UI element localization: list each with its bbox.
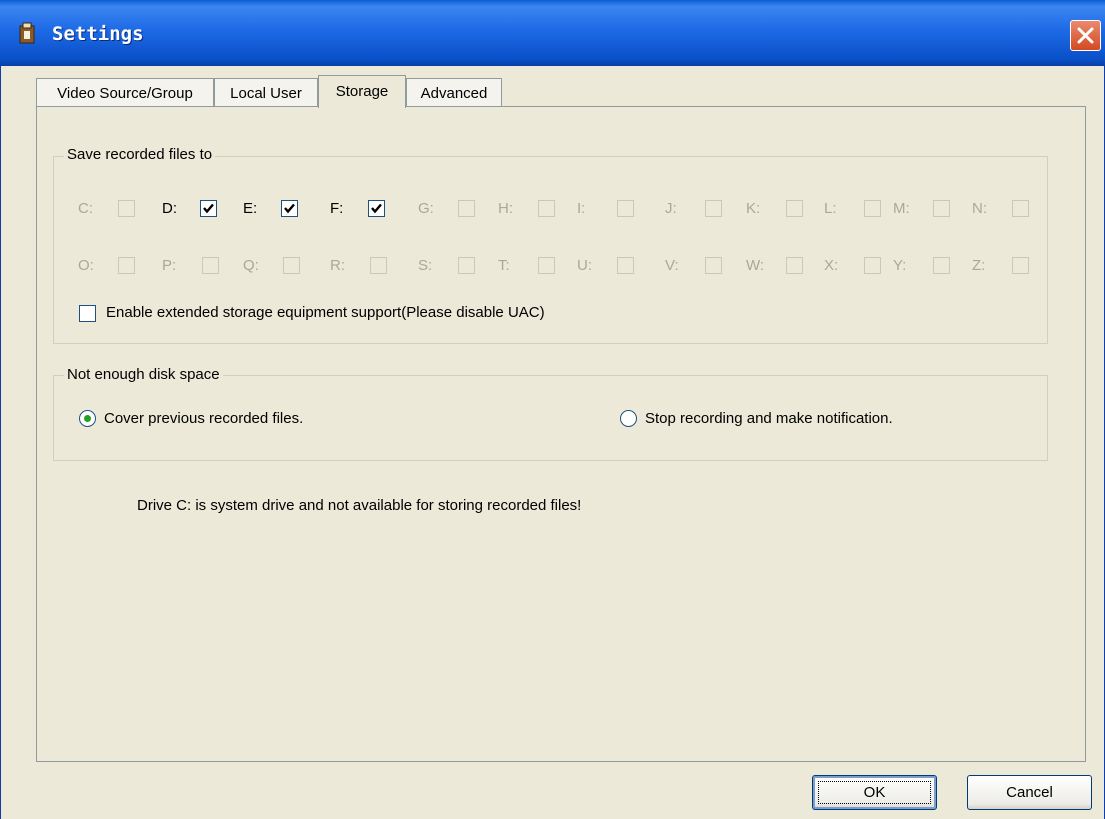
- stop-recording-label: Stop recording and make notification.: [645, 410, 893, 427]
- drive-checkbox: [617, 200, 634, 217]
- drive-label: E:: [243, 200, 258, 217]
- drive-w-option: W:: [746, 257, 803, 274]
- cancel-button[interactable]: Cancel: [967, 775, 1092, 810]
- extended-storage-label: Enable extended storage equipment suppor…: [106, 304, 545, 321]
- drive-label: C:: [78, 200, 93, 217]
- drive-q-option: Q:: [243, 257, 300, 274]
- disk-space-legend: Not enough disk space: [64, 366, 223, 383]
- drive-z-option: Z:: [972, 257, 1029, 274]
- drive-label: Q:: [243, 257, 259, 274]
- checkmark-icon: [371, 203, 382, 214]
- radio-selected-dot: [84, 415, 91, 422]
- drive-i-option: I:: [577, 200, 634, 217]
- drive-checkbox: [458, 200, 475, 217]
- drive-checkbox: [864, 200, 881, 217]
- tab-storage[interactable]: Storage: [318, 75, 406, 108]
- drive-label: X:: [824, 257, 839, 274]
- drive-checkbox: [458, 257, 475, 274]
- drive-checkbox: [1012, 200, 1029, 217]
- extended-storage-checkbox[interactable]: [79, 305, 96, 322]
- drive-checkbox: [705, 257, 722, 274]
- cover-files-radio[interactable]: [79, 410, 96, 427]
- drive-checkbox: [118, 257, 135, 274]
- drive-checkbox: [283, 257, 300, 274]
- drive-s-option: S:: [418, 257, 475, 274]
- drive-checkbox: [1012, 257, 1029, 274]
- save-group-legend: Save recorded files to: [64, 146, 216, 163]
- drive-label: F:: [330, 200, 344, 217]
- drive-checkbox: [933, 257, 950, 274]
- drive-checkbox: [538, 200, 555, 217]
- drive-label: T:: [498, 257, 510, 274]
- drive-f-option[interactable]: F:: [330, 200, 385, 217]
- ok-button[interactable]: OK: [812, 775, 937, 810]
- close-button[interactable]: [1070, 20, 1101, 51]
- drive-y-option: Y:: [893, 257, 950, 274]
- title-bar: Settings: [0, 0, 1105, 66]
- drive-checkbox[interactable]: [281, 200, 298, 217]
- drive-h-option: H:: [498, 200, 555, 217]
- drive-m-option: M:: [893, 200, 950, 217]
- drive-u-option: U:: [577, 257, 634, 274]
- drive-checkbox: [933, 200, 950, 217]
- drive-checkbox: [370, 257, 387, 274]
- drive-label: Z:: [972, 257, 986, 274]
- drive-x-option: X:: [824, 257, 881, 274]
- drive-label: L:: [824, 200, 837, 217]
- drive-label: N:: [972, 200, 987, 217]
- drive-n-option: N:: [972, 200, 1029, 217]
- drive-t-option: T:: [498, 257, 555, 274]
- drive-o-option: O:: [78, 257, 135, 274]
- drive-checkbox: [786, 257, 803, 274]
- drive-label: V:: [665, 257, 679, 274]
- drive-l-option: L:: [824, 200, 881, 217]
- drive-p-option: P:: [162, 257, 219, 274]
- drive-checkbox: [538, 257, 555, 274]
- drive-g-option: G:: [418, 200, 475, 217]
- drive-e-option[interactable]: E:: [243, 200, 298, 217]
- focus-rect: [818, 781, 931, 804]
- drive-checkbox: [202, 257, 219, 274]
- drive-label: K:: [746, 200, 761, 217]
- drive-label: R:: [330, 257, 345, 274]
- checkmark-icon: [284, 203, 295, 214]
- drive-k-option: K:: [746, 200, 803, 217]
- drive-label: Y:: [893, 257, 907, 274]
- drive-checkbox: [617, 257, 634, 274]
- drive-v-option: V:: [665, 257, 722, 274]
- drive-label: H:: [498, 200, 513, 217]
- drive-label: G:: [418, 200, 434, 217]
- drive-label: I:: [577, 200, 586, 217]
- drive-label: P:: [162, 257, 177, 274]
- drive-label: U:: [577, 257, 592, 274]
- drive-checkbox[interactable]: [368, 200, 385, 217]
- drive-r-option: R:: [330, 257, 387, 274]
- system-drive-notice: Drive C: is system drive and not availab…: [137, 497, 582, 514]
- drive-checkbox: [118, 200, 135, 217]
- drive-j-option: J:: [665, 200, 722, 217]
- drive-label: W:: [746, 257, 765, 274]
- drive-checkbox: [786, 200, 803, 217]
- drive-label: J:: [665, 200, 677, 217]
- drive-label: S:: [418, 257, 433, 274]
- window-title: Settings: [52, 23, 144, 45]
- drive-checkbox: [864, 257, 881, 274]
- tab-advanced[interactable]: Advanced: [406, 78, 502, 108]
- drive-c-option: C:: [78, 200, 135, 217]
- close-icon: [1077, 27, 1094, 44]
- tab-local-user[interactable]: Local User: [214, 78, 318, 108]
- checkmark-icon: [203, 203, 214, 214]
- tab-video-source-group[interactable]: Video Source/Group: [36, 78, 214, 108]
- drive-label: D:: [162, 200, 177, 217]
- app-icon: [18, 22, 36, 44]
- drive-checkbox[interactable]: [200, 200, 217, 217]
- drive-label: O:: [78, 257, 94, 274]
- drive-label: M:: [893, 200, 910, 217]
- drive-checkbox: [705, 200, 722, 217]
- stop-recording-radio[interactable]: [620, 410, 637, 427]
- drive-d-option[interactable]: D:: [162, 200, 217, 217]
- cover-files-label: Cover previous recorded files.: [104, 410, 304, 427]
